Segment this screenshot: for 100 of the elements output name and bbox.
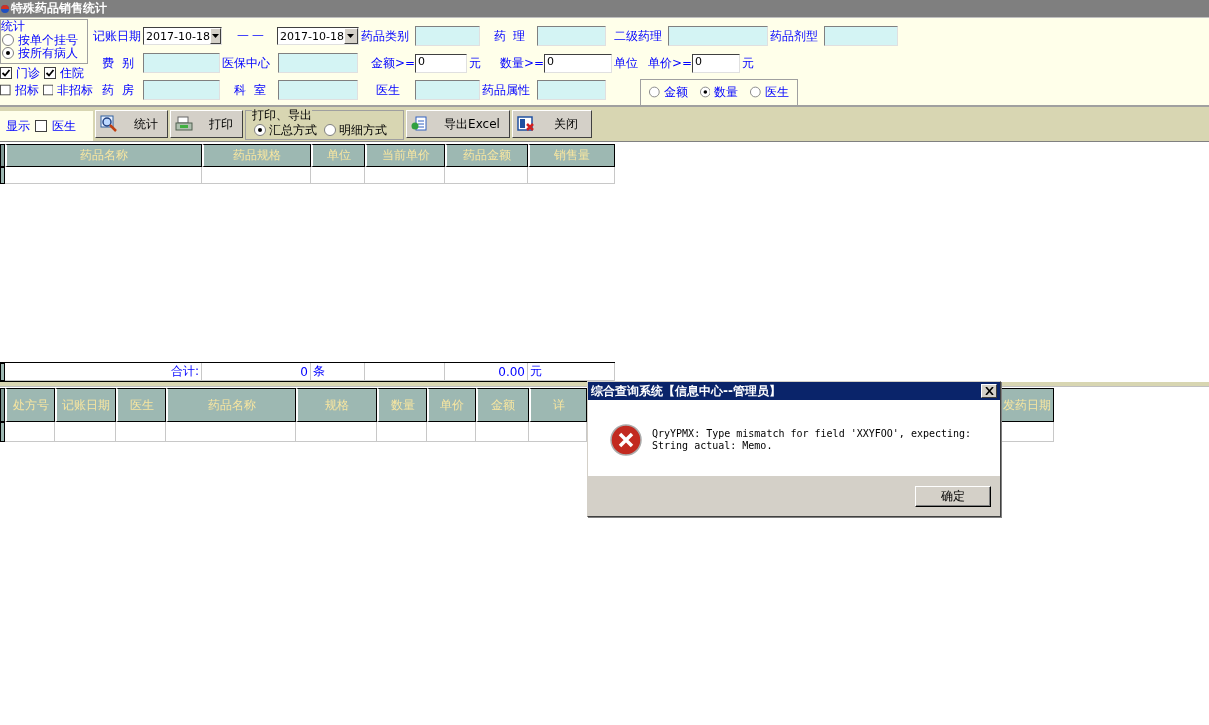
close-button[interactable]: 关闭 [512,110,592,138]
dropdown-button[interactable] [343,28,358,44]
table-cell [427,422,476,442]
table-cell [116,422,166,442]
ok-button[interactable]: 确定 [915,485,991,507]
checkbox-label: 医生 [52,119,76,133]
statistics-button[interactable]: 统计 [95,110,168,138]
door-icon [517,115,535,133]
column-header[interactable]: 处方号 [5,388,55,422]
magnifier-icon [100,115,118,133]
input-field[interactable] [824,26,898,46]
header-corner [0,144,5,167]
input-field[interactable]: 0 [415,53,467,73]
field-label: 记账日期 [93,27,142,45]
column-header[interactable]: 单位 [311,144,365,167]
date-picker[interactable]: 2017-10-18 [143,27,222,45]
date-picker[interactable]: 2017-10-18 [277,27,359,45]
printer-icon [175,115,193,133]
app-icon [1,2,9,15]
column-header[interactable]: 药品名称 [5,144,202,167]
radio-button[interactable] [254,124,266,136]
column-header[interactable]: 医生 [116,388,166,422]
radio-label: 数量 [714,85,739,99]
radio-label: 汇总方式 [269,123,317,137]
caret-icon [347,34,355,38]
total-text: 条 [313,363,325,380]
checkbox[interactable] [0,66,12,79]
checkbox-label: 招标 [14,82,39,97]
radio-button[interactable] [750,86,761,98]
range-separator: 一 一 [235,27,266,45]
show-label: 显示 [6,119,30,133]
input-field[interactable] [415,80,480,100]
field-label: 科 室 [233,81,267,99]
error-message: QryYPMX: Type mismatch for field 'XXYFOO', expecting: String actual: Memo. [652,428,972,452]
input-field[interactable] [278,53,358,73]
column-header[interactable]: 规格 [296,388,377,422]
checkbox[interactable] [35,120,47,132]
column-header[interactable]: 当前单价 [365,144,445,167]
checkbox[interactable] [0,83,11,96]
field-label: 药品属性 [482,81,531,99]
column-header[interactable]: 药品规格 [202,144,311,167]
dropdown-button[interactable] [209,28,221,44]
radio-label: 明细方式 [339,123,387,137]
radio-button[interactable] [699,86,711,98]
input-field[interactable] [537,80,606,100]
checkbox[interactable] [44,66,56,79]
input-field[interactable] [537,26,606,46]
window-title: 特殊药品销售统计 [11,0,107,17]
column-header[interactable]: 销售量 [528,144,615,167]
column-header[interactable]: 单价 [427,388,476,422]
table-cell [377,422,427,442]
field-label: 数量>= [498,54,544,72]
field-label: 元 [469,54,482,72]
input-field[interactable] [143,80,220,100]
export-button[interactable]: 导出Excel [406,110,510,138]
checkbox[interactable] [42,83,53,96]
checkbox-label: 住院 [60,65,84,80]
close-button[interactable] [981,384,997,398]
input-field[interactable]: 0 [544,53,612,73]
field-label: 费 别 [101,54,135,72]
column-header[interactable]: 详 [529,388,587,422]
row-indicator [0,167,5,184]
radio-button[interactable] [649,86,660,98]
radio-label: 金额 [663,85,688,99]
print-button[interactable]: 打印 [170,110,243,138]
total-text: 0.00 [498,364,525,379]
column-header[interactable]: 数量 [377,388,427,422]
total-text: 合计: [170,363,199,380]
close-icon [984,387,994,395]
table-cell [5,422,55,442]
column-header[interactable]: 记账日期 [55,388,116,422]
radio-label: 按单个挂号 [18,32,78,47]
input-field[interactable] [278,80,358,100]
radio-label: 医生 [765,85,789,99]
group-legend: 统计 [1,20,25,32]
checkbox-label: 非招标 [57,82,93,97]
total-text: 0 [300,364,308,379]
field-label: 药品剂型 [770,27,819,45]
radio-button[interactable] [2,33,14,46]
column-header[interactable]: 金额 [476,388,529,422]
radio-label: 按所有病人 [18,45,78,60]
field-label: 二级药理 [613,27,663,45]
column-header[interactable]: 药品名称 [166,388,296,422]
checkbox-label: 门诊 [16,65,40,80]
radio-button[interactable] [324,124,336,136]
table-cell [311,167,365,184]
field-label: 药 理 [492,27,527,45]
column-header[interactable]: 药品金额 [445,144,528,167]
total-text: 元 [530,363,542,380]
input-field[interactable] [668,26,768,46]
table-cell [476,422,529,442]
input-field[interactable] [415,26,480,46]
input-field[interactable]: 0 [692,53,740,73]
input-field[interactable] [143,53,220,73]
field-label: 单价>= [646,54,692,72]
caret-icon [211,34,219,38]
radio-button[interactable] [2,46,14,59]
field-label: 医保中心 [222,54,271,72]
row-indicator [0,422,5,442]
error-icon [610,424,642,456]
